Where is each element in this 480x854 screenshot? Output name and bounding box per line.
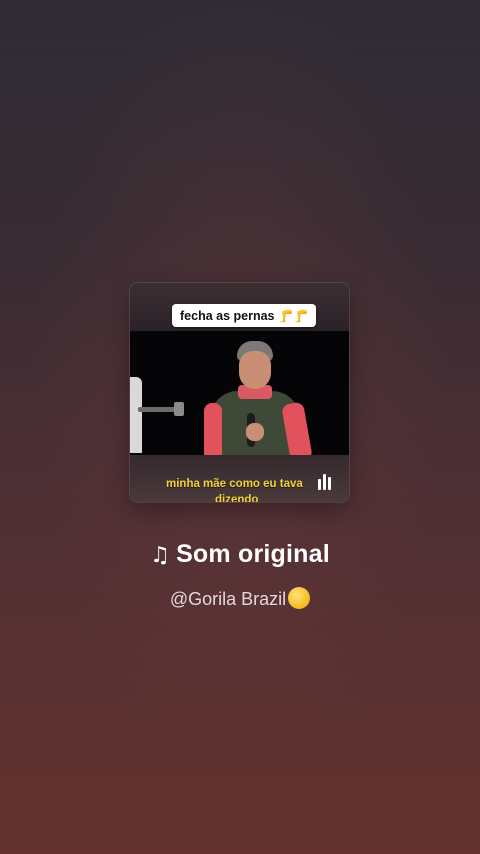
- guitar-neck: [138, 407, 176, 412]
- audio-bar: [323, 474, 326, 490]
- sound-author[interactable]: @Gorila Brazil: [0, 587, 480, 610]
- sound-cover-card[interactable]: fecha as pernas 🦵🦵 minha mãe como eu tav…: [130, 283, 349, 502]
- music-note-icon: ♫: [150, 543, 171, 568]
- performer-arm-left: [204, 403, 222, 461]
- sound-title[interactable]: ♫ Som original: [0, 540, 480, 569]
- performer-face: [239, 351, 271, 389]
- subtitle-line-2: dizendo: [215, 494, 259, 502]
- sound-title-text: Som original: [176, 540, 330, 568]
- audio-bar: [318, 479, 321, 490]
- laughing-emoji-icon: [288, 587, 311, 609]
- author-handle: @Gorila Brazil: [169, 589, 287, 609]
- performer-hand: [246, 423, 264, 441]
- subtitle-line-1: minha mãe como eu tava: [166, 478, 303, 490]
- audio-bars-icon: [318, 474, 336, 490]
- top-caption-text: fecha as pernas: [180, 308, 275, 323]
- leg-emoji-icon: 🦵🦵: [278, 308, 309, 323]
- top-caption-badge: fecha as pernas 🦵🦵: [172, 304, 317, 327]
- guitarist-figure: [130, 377, 142, 453]
- video-subtitle: minha mãe como eu tava dizendo: [166, 476, 316, 502]
- guitar-head: [174, 402, 184, 416]
- audio-bar: [328, 477, 331, 490]
- performer-figure: [200, 341, 313, 463]
